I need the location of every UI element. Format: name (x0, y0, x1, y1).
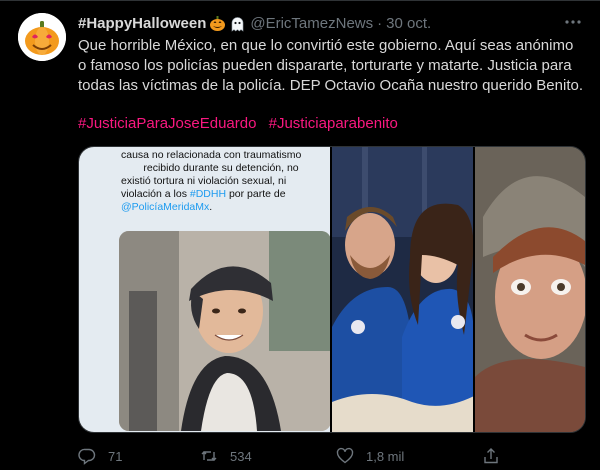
hashtags: #JusticiaParaJoseEduardo #Justiciaparabe… (78, 114, 398, 134)
tweet-text-line: todas las víctimas de la policía. DEP Oc… (78, 77, 583, 94)
tweet-header: #HappyHalloween @EricTamezNews · 30 oct. (78, 13, 431, 33)
media-couple-photo[interactable] (332, 147, 474, 432)
doc-line: causa no relacionada con traumatismo (121, 149, 302, 161)
retweet-icon (201, 451, 217, 461)
tweet-text-line: o famoso los policías pueden dispararte,… (78, 57, 572, 74)
doc-line: por parte de (226, 188, 286, 200)
doc-line: violación a los (121, 188, 190, 200)
screenshot-text: causa no relacionada con traumatismo rec… (121, 149, 321, 214)
retweet-count: 534 (230, 448, 252, 464)
separator-dot: · (377, 14, 383, 32)
reply-count: 71 (108, 448, 123, 464)
doc-line: recibido durante su detención, no (143, 162, 299, 174)
media-benito-photo[interactable] (475, 147, 585, 432)
retweet-button[interactable]: 534 (200, 446, 252, 466)
tweet-text: Que horrible México, en que lo convirtió… (78, 36, 588, 96)
media-grid[interactable]: causa no relacionada con traumatismo rec… (78, 146, 586, 433)
doc-line: existió tortura ni violación sexual, ni (121, 175, 287, 187)
like-button[interactable]: 1,8 mil (336, 446, 404, 466)
handle[interactable]: @EricTamezNews (250, 15, 373, 32)
heart-icon (336, 447, 354, 464)
display-name[interactable]: #HappyHalloween (78, 15, 206, 32)
tweet-actions: 71 534 1,8 mil (78, 446, 588, 466)
media-screenshot-panel[interactable]: causa no relacionada con traumatismo rec… (79, 147, 330, 432)
young-man-photo (119, 231, 330, 431)
jack-o-lantern-icon (209, 15, 226, 32)
tweet[interactable]: #HappyHalloween @EricTamezNews · 30 oct.… (0, 0, 600, 470)
avatar[interactable] (18, 13, 66, 61)
more-options-button[interactable] (560, 11, 586, 33)
like-count: 1,8 mil (366, 448, 405, 464)
ghost-icon (229, 15, 246, 32)
hashtag-link[interactable]: #JusticiaParaJoseEduardo (78, 115, 256, 132)
pumpkin-avatar-icon (18, 13, 66, 61)
doc-line: . (209, 201, 213, 213)
doc-mention: @PolicíaMeridaMx (121, 201, 210, 213)
tweet-text-line: Que horrible México, en que lo convirtió… (78, 37, 574, 54)
hashtag-link[interactable]: #Justiciaparabenito (269, 115, 398, 132)
doc-hashtag: #DDHH (189, 188, 227, 200)
share-button[interactable] (482, 446, 512, 466)
more-dots-icon (565, 20, 581, 24)
share-icon (484, 448, 498, 464)
timestamp[interactable]: 30 oct. (386, 15, 431, 32)
reply-icon (78, 448, 96, 465)
reply-button[interactable]: 71 (78, 446, 122, 466)
